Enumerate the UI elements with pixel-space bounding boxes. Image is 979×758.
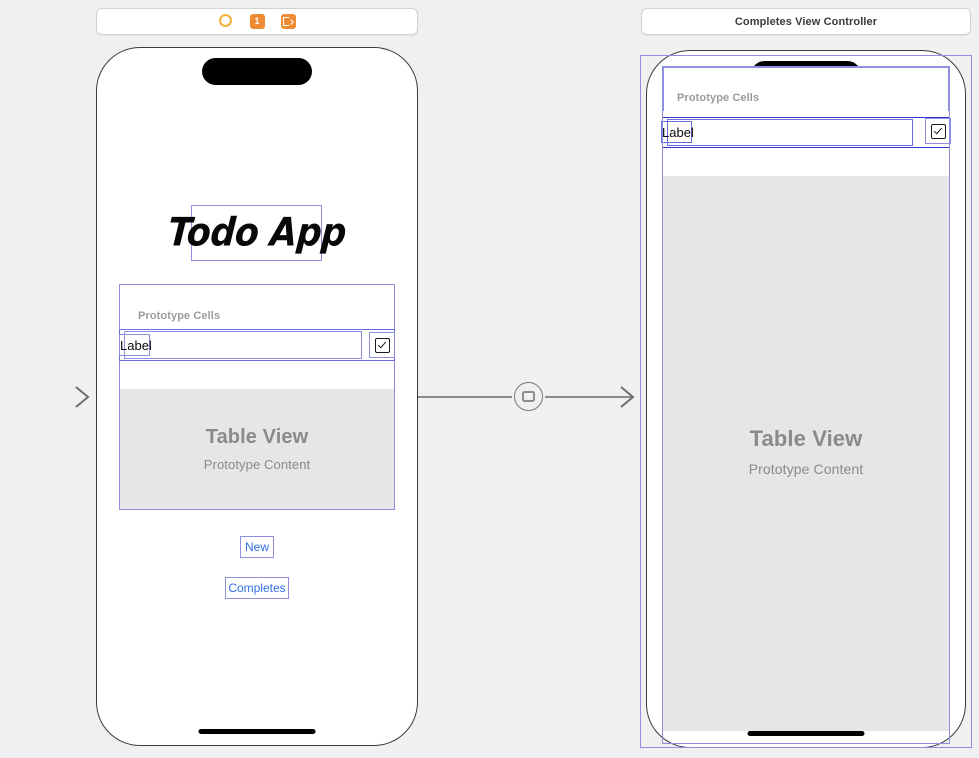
right-cell-content-view[interactable] <box>667 119 913 146</box>
left-cell-label[interactable]: Label <box>119 334 152 356</box>
view-controller-circle-icon[interactable] <box>218 14 234 29</box>
left-prototype-cells-header: Prototype Cells <box>120 285 394 329</box>
left-prototype-cells-label: Prototype Cells <box>138 310 221 322</box>
segue-connector[interactable] <box>418 381 641 413</box>
right-table-view-placeholder[interactable]: Table View Prototype Content <box>662 176 950 731</box>
app-title-label[interactable]: Todo App <box>166 205 347 261</box>
home-indicator <box>198 729 316 734</box>
right-prototype-cells-header: Prototype Cells <box>663 67 949 111</box>
right-table-view-subtitle: Prototype Content <box>748 461 864 477</box>
checkbox-checked-icon <box>374 337 390 353</box>
storyboard-canvas: 1 Completes View Controller Todo App Pro… <box>0 0 979 758</box>
left-cell-checkbox[interactable] <box>369 332 395 358</box>
left-cell-content-view[interactable] <box>124 331 362 359</box>
entry-point-arrow-icon[interactable] <box>0 381 96 413</box>
left-table-view-subtitle: Prototype Content <box>203 457 311 472</box>
entry-point-arrow-svg <box>8 386 90 408</box>
segue-badge-glyph <box>522 391 535 402</box>
first-responder-icon[interactable]: 1 <box>249 14 265 29</box>
new-button-label: New <box>244 540 269 554</box>
left-table-view-title: Table View <box>205 426 309 448</box>
app-title-text: Todo App <box>166 210 348 255</box>
left-cell-label-text: Label <box>120 337 152 353</box>
left-scene-dock[interactable]: 1 <box>96 8 418 35</box>
completes-button-label: Completes <box>228 581 286 595</box>
checkbox-checked-icon <box>930 123 946 139</box>
home-indicator <box>747 731 865 736</box>
right-prototype-cells-label: Prototype Cells <box>677 92 760 104</box>
left-table-view-placeholder[interactable]: Table View Prototype Content <box>119 389 395 510</box>
exit-icon[interactable] <box>280 14 296 29</box>
new-button[interactable]: New <box>240 536 274 558</box>
left-table-view-gap <box>119 361 395 389</box>
right-cell-label-text: Label <box>662 124 694 140</box>
right-scene-title: Completes View Controller <box>734 15 878 28</box>
right-cell-checkbox[interactable] <box>925 118 951 144</box>
right-scene-titlebar[interactable]: Completes View Controller <box>641 8 971 35</box>
present-modally-segue-icon[interactable] <box>514 382 543 411</box>
right-table-view-gap <box>662 148 950 176</box>
right-table-view-title: Table View <box>749 426 863 451</box>
completes-button[interactable]: Completes <box>225 577 289 599</box>
first-responder-label: 1 <box>254 16 260 26</box>
right-cell-label[interactable]: Label <box>661 121 694 143</box>
dock-icon-group: 1 <box>218 14 296 29</box>
dynamic-island <box>202 58 312 85</box>
